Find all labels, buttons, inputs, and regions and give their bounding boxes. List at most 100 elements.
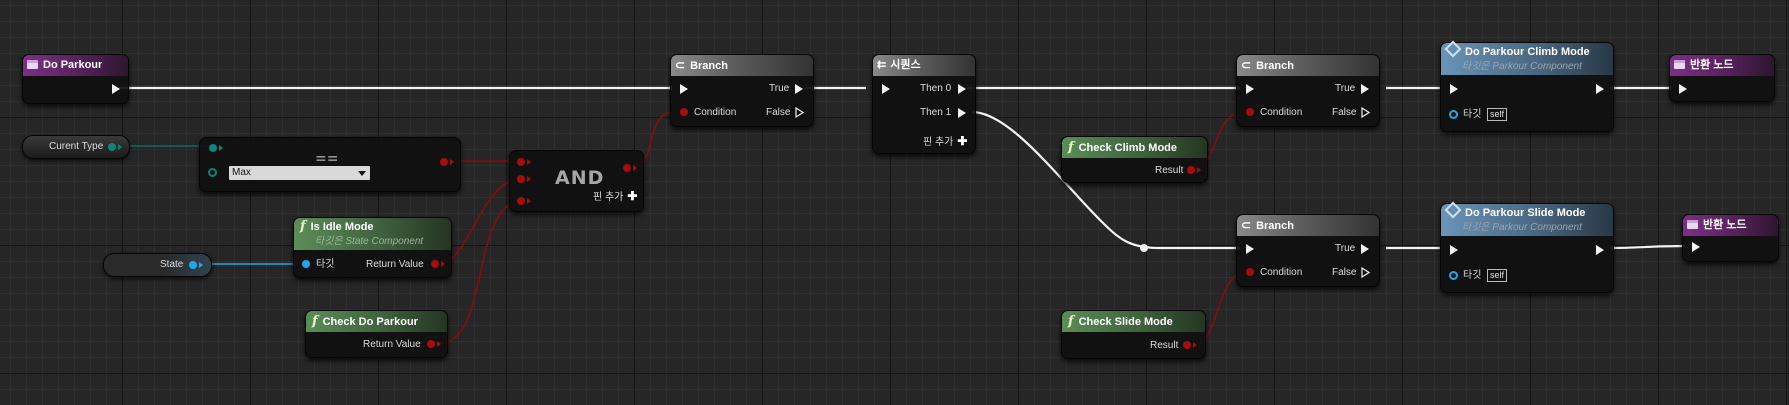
bool-out-pin[interactable] [623, 164, 631, 172]
node-title: 반환 노드 [1690, 59, 1734, 71]
node-title: Branch [1256, 220, 1294, 232]
bool-out-pin[interactable] [1187, 166, 1195, 174]
branch-node-1[interactable]: ⊂ Branch True Condition False [670, 54, 814, 127]
then0-exec-pin[interactable] [958, 84, 966, 94]
pin-arrow [1197, 167, 1201, 173]
true-exec-pin[interactable] [795, 84, 803, 94]
result-label: Result [1155, 165, 1184, 176]
sequence-node[interactable]: ⇇ 시퀀스 Then 0 Then 1 핀 추가 ✚ [872, 54, 976, 154]
branch-node-2[interactable]: ⊂ Branch True Condition False [1236, 54, 1380, 127]
branch-node-3[interactable]: ⊂ Branch True Condition False [1236, 214, 1380, 287]
bool-out-pin[interactable] [1183, 341, 1191, 349]
self-value[interactable]: self [1487, 269, 1508, 282]
pin-arrow [527, 159, 531, 165]
exec-out-pin[interactable] [112, 84, 120, 94]
function-icon: f [312, 314, 318, 329]
bool-out-pin[interactable] [440, 158, 448, 166]
exec-out-pin[interactable] [1596, 84, 1604, 94]
dropdown-value: Max [232, 167, 251, 178]
target-in-pin[interactable] [1449, 110, 1458, 119]
enum-dropdown[interactable]: Max [228, 165, 371, 181]
state-variable-node[interactable]: State [103, 253, 212, 277]
node-title: Branch [690, 60, 728, 72]
bool-in-pin-b[interactable] [517, 175, 525, 183]
bool-out-pin[interactable] [431, 260, 439, 268]
variable-label: State [160, 259, 184, 270]
bool-in-pin-a[interactable] [517, 158, 525, 166]
condition-in-pin[interactable] [680, 108, 688, 116]
exec-in-pin[interactable] [1450, 245, 1458, 255]
target-in-pin[interactable] [1449, 271, 1458, 280]
event-icon [27, 60, 38, 69]
node-header: 반환 노드 [1683, 215, 1778, 236]
bool-in-pin-c[interactable] [517, 197, 525, 205]
exec-wire [1609, 244, 1686, 250]
return-icon [1687, 220, 1698, 229]
enum-out-pin[interactable] [108, 143, 116, 151]
pin-arrow [437, 341, 441, 347]
exec-in-pin[interactable] [1679, 84, 1687, 94]
false-exec-pin[interactable] [1361, 267, 1370, 278]
return-node-1[interactable]: 반환 노드 [1669, 54, 1775, 102]
equal-enum-node[interactable]: Max == [199, 137, 461, 192]
add-pin-label: 핀 추가 [593, 192, 624, 203]
bool-out-pin[interactable] [427, 340, 435, 348]
node-title: Branch [1256, 60, 1294, 72]
pin-arrow [219, 145, 223, 151]
condition-label: Condition [694, 107, 737, 118]
current-type-variable-node[interactable]: Curent Type [22, 135, 130, 159]
function-icon: f [1068, 140, 1074, 155]
node-header: 반환 노드 [1670, 55, 1774, 76]
exec-in-pin[interactable] [1246, 84, 1254, 94]
target-label: 타깃 [316, 259, 335, 270]
check-climb-mode-node[interactable]: f Check Climb Mode Result [1061, 136, 1208, 183]
do-parkour-climb-mode-node[interactable]: Do Parkour Climb Mode 타깃은 Parkour Compon… [1440, 40, 1614, 132]
condition-label: Condition [1260, 267, 1303, 278]
true-label: True [769, 83, 790, 94]
check-do-parkour-node[interactable]: f Check Do Parkour Return Value [305, 310, 448, 358]
object-out-pin[interactable] [189, 261, 197, 269]
false-exec-pin[interactable] [1361, 107, 1370, 118]
node-header: f Check Slide Mode [1062, 311, 1205, 332]
add-pin-button[interactable]: 핀 추가 ✚ [923, 135, 967, 149]
node-header: f Is Idle Mode 타깃은 State Component [294, 218, 451, 250]
node-header: ⊂ Branch [1237, 215, 1379, 236]
node-header: f Check Climb Mode [1062, 137, 1207, 158]
pin-arrow [527, 198, 531, 204]
self-value[interactable]: self [1487, 108, 1508, 121]
diamond-icon [1444, 201, 1462, 219]
do-parkour-slide-mode-node[interactable]: Do Parkour Slide Mode 타깃은 Parkour Compon… [1440, 201, 1614, 293]
is-idle-mode-node[interactable]: f Is Idle Mode 타깃은 State Component 타깃 Ret… [293, 217, 452, 278]
true-exec-pin[interactable] [1361, 84, 1369, 94]
exec-in-pin[interactable] [1246, 244, 1254, 254]
false-exec-pin[interactable] [795, 107, 804, 118]
pin-arrow [1193, 342, 1197, 348]
node-title: AND [555, 167, 605, 189]
enum-in-pin-2[interactable] [208, 168, 217, 177]
exec-out-pin[interactable] [1596, 245, 1604, 255]
return-node-2[interactable]: 반환 노드 [1682, 214, 1779, 262]
branch-icon: ⊂ [1241, 218, 1252, 232]
condition-in-pin[interactable] [1246, 268, 1254, 276]
return-icon [1674, 60, 1685, 69]
target-in-pin[interactable] [302, 260, 310, 268]
then1-exec-pin[interactable] [958, 108, 966, 118]
branch-icon: ⊂ [675, 58, 686, 72]
exec-in-pin[interactable] [1450, 84, 1458, 94]
condition-in-pin[interactable] [1246, 108, 1254, 116]
check-slide-mode-node[interactable]: f Check Slide Mode Result [1061, 310, 1206, 359]
node-title: Do Parkour Slide Mode [1465, 207, 1586, 219]
node-subtitle: 타깃은 Parkour Component [1462, 61, 1582, 72]
true-exec-pin[interactable] [1361, 244, 1369, 254]
plus-icon: ✚ [627, 189, 638, 203]
variable-label: Curent Type [49, 141, 104, 152]
exec-in-pin[interactable] [1692, 242, 1700, 252]
exec-in-pin[interactable] [680, 84, 688, 94]
do-parkour-event-node[interactable]: Do Parkour [22, 54, 129, 104]
enum-in-pin[interactable] [209, 144, 217, 152]
exec-in-pin[interactable] [882, 84, 890, 94]
node-title: Is Idle Mode [310, 221, 374, 233]
add-pin-button[interactable]: 핀 추가 ✚ [593, 190, 637, 204]
and-boolean-node[interactable]: AND 핀 추가 ✚ [509, 150, 644, 212]
function-icon: f [1068, 314, 1074, 329]
